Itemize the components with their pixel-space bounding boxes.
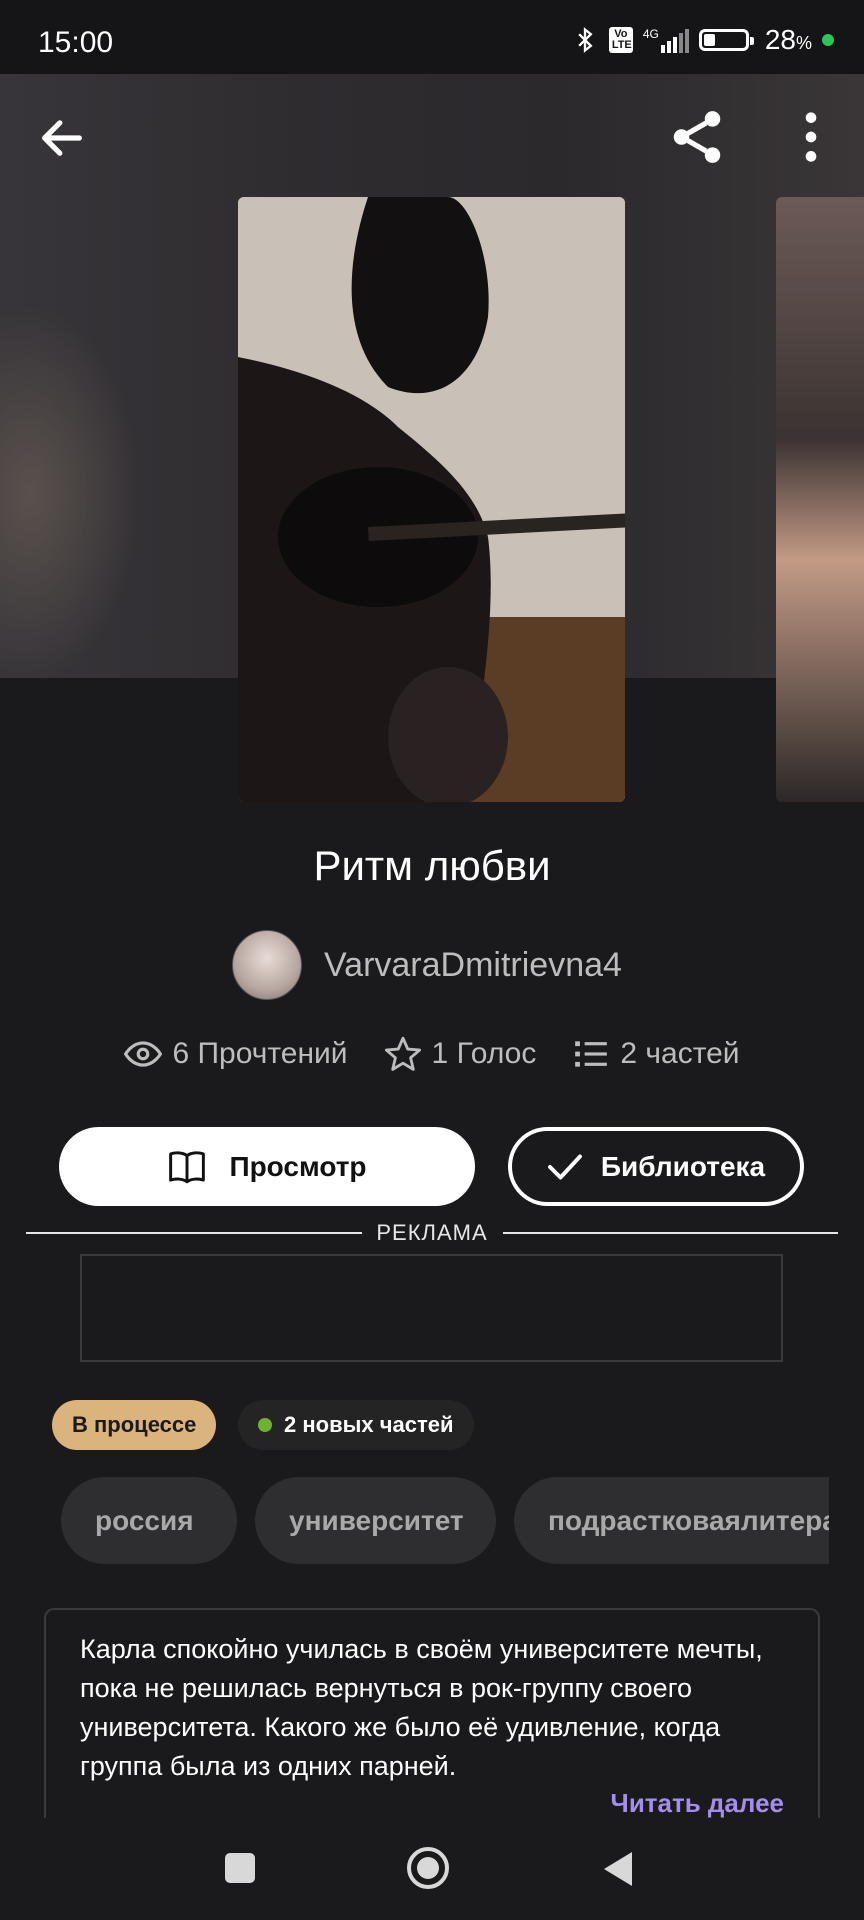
new-dot-icon	[258, 1418, 272, 1432]
more-vertical-icon[interactable]	[792, 108, 830, 166]
volte-icon: Vo LTE	[608, 27, 633, 53]
library-button-label: Библиотека	[600, 1150, 766, 1182]
description-text: Карла спокойно училась в своём университ…	[80, 1634, 763, 1781]
star-icon	[384, 1036, 421, 1071]
reads-count: 6 Прочтений	[172, 1037, 348, 1070]
author-name[interactable]: VarvaraDmitrievna4	[324, 946, 622, 985]
votes-stat: 1 Голос	[384, 1035, 537, 1073]
status-icons: Vo LTE 4G 28%	[571, 24, 834, 56]
tag-chip[interactable]: россия	[61, 1477, 237, 1564]
tag-chip[interactable]: подрастковаялитература	[514, 1477, 829, 1564]
new-parts-badge: 2 новых частей	[238, 1400, 474, 1450]
story-title: Ритм любви	[313, 842, 551, 889]
read-more-link[interactable]: Читать далее	[611, 1788, 784, 1818]
story-stats: 6 Прочтений 1 Голос 2 частей	[0, 1035, 864, 1073]
status-time: 15:00	[38, 26, 114, 59]
book-open-icon	[169, 1150, 206, 1183]
new-parts-label: 2 новых частей	[284, 1412, 454, 1437]
library-button[interactable]: Библиотека	[508, 1127, 804, 1206]
signal-4g-icon: 4G	[643, 27, 689, 53]
battery-level	[703, 34, 715, 46]
green-dot-indicator	[822, 34, 834, 46]
cover-illustration	[238, 197, 625, 802]
next-story-cover[interactable]	[776, 197, 864, 802]
tags-row: россия университет подрастковаялитератур…	[61, 1477, 829, 1564]
eye-icon	[124, 1041, 163, 1067]
bluetooth-icon	[578, 27, 593, 53]
parts-stat: 2 частей	[572, 1035, 740, 1073]
recents-icon[interactable]	[224, 1852, 256, 1884]
story-cover-image[interactable]	[238, 197, 625, 802]
back-triangle-icon[interactable]	[602, 1850, 634, 1888]
avatar[interactable]	[232, 930, 302, 1000]
check-icon	[547, 1154, 582, 1179]
author-row[interactable]: VarvaraDmitrievna4	[232, 930, 622, 1000]
read-button-label: Просмотр	[229, 1150, 367, 1182]
reads-stat: 6 Прочтений	[124, 1035, 348, 1073]
ad-label: РЕКЛАМА	[376, 1220, 488, 1245]
tag-chip[interactable]: университет	[255, 1477, 496, 1564]
share-icon[interactable]	[666, 106, 728, 168]
ad-slot[interactable]	[80, 1254, 783, 1362]
backdrop-blur	[0, 304, 140, 678]
description-card[interactable]: Карла спокойно училась в своём университ…	[44, 1608, 820, 1818]
network-type-label: 4G	[642, 27, 659, 41]
parts-count: 2 частей	[620, 1037, 740, 1070]
status-bar: 15:00 Vo LTE 4G 28%	[0, 0, 864, 74]
battery-percent: 28%	[764, 24, 812, 55]
battery-icon	[698, 29, 754, 51]
arrow-left-icon[interactable]	[36, 112, 88, 164]
list-icon	[575, 1041, 608, 1067]
home-icon[interactable]	[406, 1846, 450, 1890]
votes-count: 1 Голос	[431, 1037, 537, 1070]
read-button[interactable]: Просмотр	[59, 1127, 475, 1206]
status-badge: В процессе	[52, 1400, 217, 1450]
system-nav-bar	[0, 1818, 864, 1920]
